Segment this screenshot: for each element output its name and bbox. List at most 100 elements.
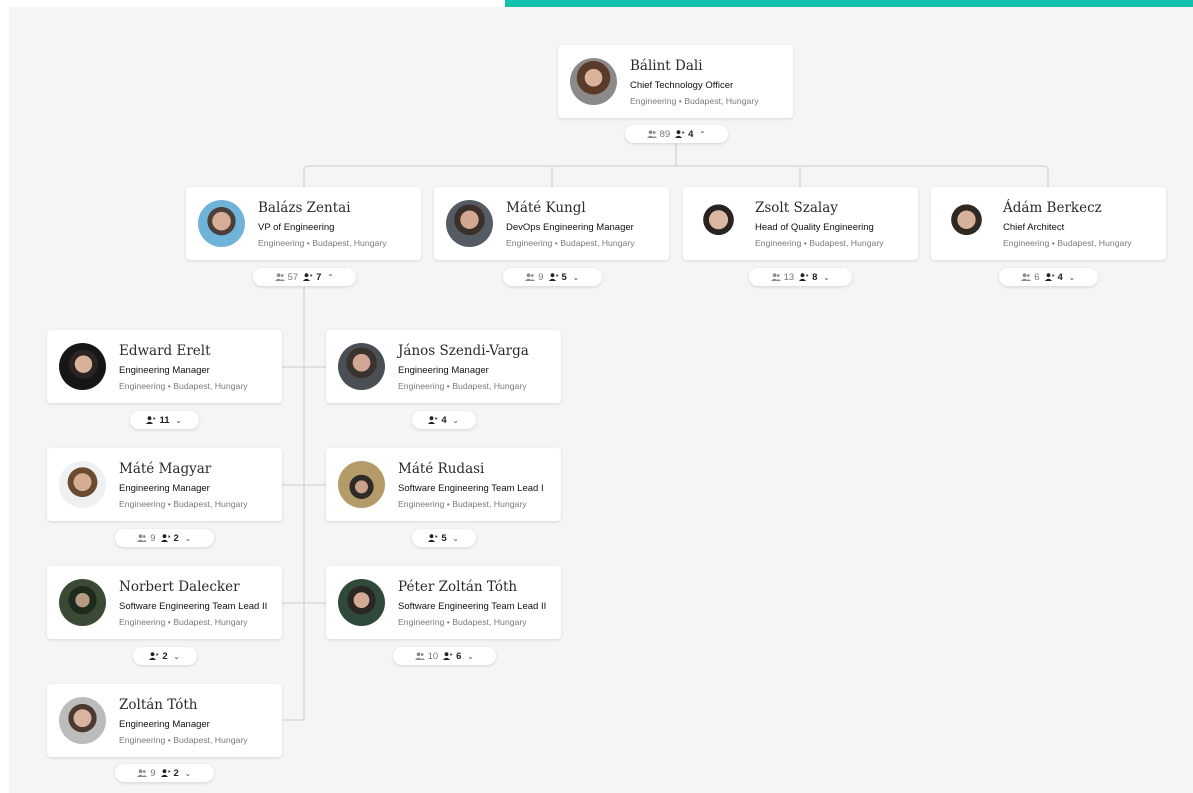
direct-reports-count: 4 (1057, 271, 1063, 283)
org-card-level2[interactable]: János Szendi-Varga Engineering Manager E… (326, 330, 561, 403)
chevron-down-icon: ⌄ (467, 651, 474, 661)
person-name: Péter Zoltán Tóth (398, 579, 518, 595)
person-location: Engineering • Budapest, Hungary (755, 238, 884, 248)
person-role: Engineering Manager (398, 365, 489, 376)
person-role: Head of Quality Engineering (755, 222, 874, 233)
reports-toggle-level2[interactable]: 4 ⌄ (412, 411, 476, 429)
person-location: Engineering • Budapest, Hungary (258, 238, 387, 248)
people-icon (770, 273, 781, 281)
chevron-down-icon: ⌄ (175, 415, 182, 425)
person-role: Software Engineering Team Lead II (119, 601, 268, 612)
person-location: Engineering • Budapest, Hungary (630, 96, 759, 106)
person-name: Edward Erelt (119, 343, 211, 359)
org-card-level1[interactable]: Zsolt Szalay Head of Quality Engineering… (683, 187, 918, 260)
people-icon (137, 534, 148, 542)
chevron-up-icon: ⌃ (327, 272, 334, 282)
avatar (338, 579, 385, 626)
total-reports-count: 9 (150, 532, 156, 544)
reports-toggle-level1[interactable]: 6 4 ⌄ (999, 268, 1098, 286)
person-location: Engineering • Budapest, Hungary (119, 499, 248, 509)
person-role: Software Engineering Team Lead I (398, 483, 544, 494)
avatar (338, 461, 385, 508)
reports-toggle-level1[interactable]: 57 7 ⌃ (253, 268, 356, 286)
org-card-level2[interactable]: Edward Erelt Engineering Manager Enginee… (47, 330, 282, 403)
chevron-down-icon: ⌄ (823, 272, 830, 282)
person-role: Engineering Manager (119, 483, 210, 494)
person-name: Balázs Zentai (258, 200, 351, 216)
chevron-down-icon: ⌄ (184, 533, 192, 543)
chevron-down-icon: ⌄ (184, 768, 192, 778)
person-location: Engineering • Budapest, Hungary (119, 735, 248, 745)
reports-toggle-level2[interactable]: 11 ⌄ (130, 411, 199, 429)
direct-reports-count: 2 (173, 767, 179, 779)
direct-reports-count: 5 (441, 532, 447, 544)
org-card-level2[interactable]: Máté Rudasi Software Engineering Team Le… (326, 448, 561, 521)
people-icon (274, 273, 285, 281)
person-name: János Szendi-Varga (398, 343, 529, 359)
person-role: Engineering Manager (119, 365, 210, 376)
org-card-level2[interactable]: Péter Zoltán Tóth Software Engineering T… (326, 566, 561, 639)
chevron-down-icon: ⌄ (1068, 272, 1076, 282)
org-card-root[interactable]: Bálint Dali Chief Technology Officer Eng… (558, 45, 793, 118)
direct-reports-count: 6 (456, 650, 462, 662)
direct-reports-count: 5 (561, 271, 567, 283)
chevron-down-icon: ⌄ (452, 533, 459, 543)
person-role: Engineering Manager (119, 719, 210, 730)
avatar (59, 697, 106, 744)
total-reports-count: 89 (659, 128, 671, 140)
person-name: Zsolt Szalay (755, 200, 838, 216)
reports-toggle-level2[interactable]: 10 6 ⌄ (393, 647, 496, 665)
avatar (59, 343, 106, 390)
person-arrow-icon (160, 534, 170, 542)
person-arrow-icon (675, 130, 685, 138)
direct-reports-count: 4 (441, 414, 447, 426)
person-arrow-icon (443, 652, 453, 660)
person-name: Máté Magyar (119, 461, 212, 477)
reports-toggle-level1[interactable]: 13 8 ⌄ (749, 268, 852, 286)
person-arrow-icon (149, 652, 159, 660)
org-card-level1[interactable]: Ádám Berkecz Chief Architect Engineering… (931, 187, 1166, 260)
total-reports-count: 9 (538, 271, 544, 283)
person-arrow-icon (428, 416, 438, 424)
chevron-down-icon: ⌄ (572, 272, 580, 282)
org-card-level2[interactable]: Máté Magyar Engineering Manager Engineer… (47, 448, 282, 521)
reports-toggle-root[interactable]: 89 4 ⌃ (625, 125, 728, 143)
person-name: Ádám Berkecz (1003, 200, 1102, 216)
person-location: Engineering • Budapest, Hungary (398, 499, 527, 509)
direct-reports-count: 2 (162, 650, 168, 662)
person-arrow-icon (146, 416, 156, 424)
person-role: Software Engineering Team Lead II (398, 601, 547, 612)
chevron-up-icon: ⌃ (699, 129, 706, 139)
person-role: Chief Architect (1003, 222, 1065, 233)
reports-toggle-level1[interactable]: 9 5 ⌄ (503, 268, 602, 286)
org-card-level1[interactable]: Máté Kungl DevOps Engineering Manager En… (434, 187, 669, 260)
person-location: Engineering • Budapest, Hungary (119, 617, 248, 627)
org-card-level1[interactable]: Balázs Zentai VP of Engineering Engineer… (186, 187, 421, 260)
direct-reports-count: 4 (688, 128, 694, 140)
direct-reports-count: 11 (159, 414, 170, 426)
person-arrow-icon (160, 769, 170, 777)
reports-toggle-level2[interactable]: 9 2 ⌄ (115, 764, 214, 782)
person-location: Engineering • Budapest, Hungary (1003, 238, 1132, 248)
person-name: Bálint Dali (630, 58, 703, 74)
people-icon (1021, 273, 1032, 281)
person-location: Engineering • Budapest, Hungary (506, 238, 635, 248)
org-card-level2[interactable]: Norbert Dalecker Software Engineering Te… (47, 566, 282, 639)
total-reports-count: 10 (427, 650, 439, 662)
person-role: VP of Engineering (258, 222, 335, 233)
reports-toggle-level2[interactable]: 9 2 ⌄ (115, 529, 214, 547)
person-arrow-icon (428, 534, 438, 542)
avatar (338, 343, 385, 390)
people-icon (137, 769, 148, 777)
person-arrow-icon (303, 273, 313, 281)
person-role: DevOps Engineering Manager (506, 222, 634, 233)
reports-toggle-level2[interactable]: 2 ⌄ (133, 647, 197, 665)
person-location: Engineering • Budapest, Hungary (398, 381, 527, 391)
reports-toggle-level2[interactable]: 5 ⌄ (412, 529, 476, 547)
direct-reports-count: 8 (812, 271, 818, 283)
org-card-level2[interactable]: Zoltán Tóth Engineering Manager Engineer… (47, 684, 282, 757)
person-role: Chief Technology Officer (630, 80, 734, 91)
person-arrow-icon (1044, 273, 1054, 281)
chevron-down-icon: ⌄ (173, 651, 180, 661)
person-arrow-icon (799, 273, 809, 281)
